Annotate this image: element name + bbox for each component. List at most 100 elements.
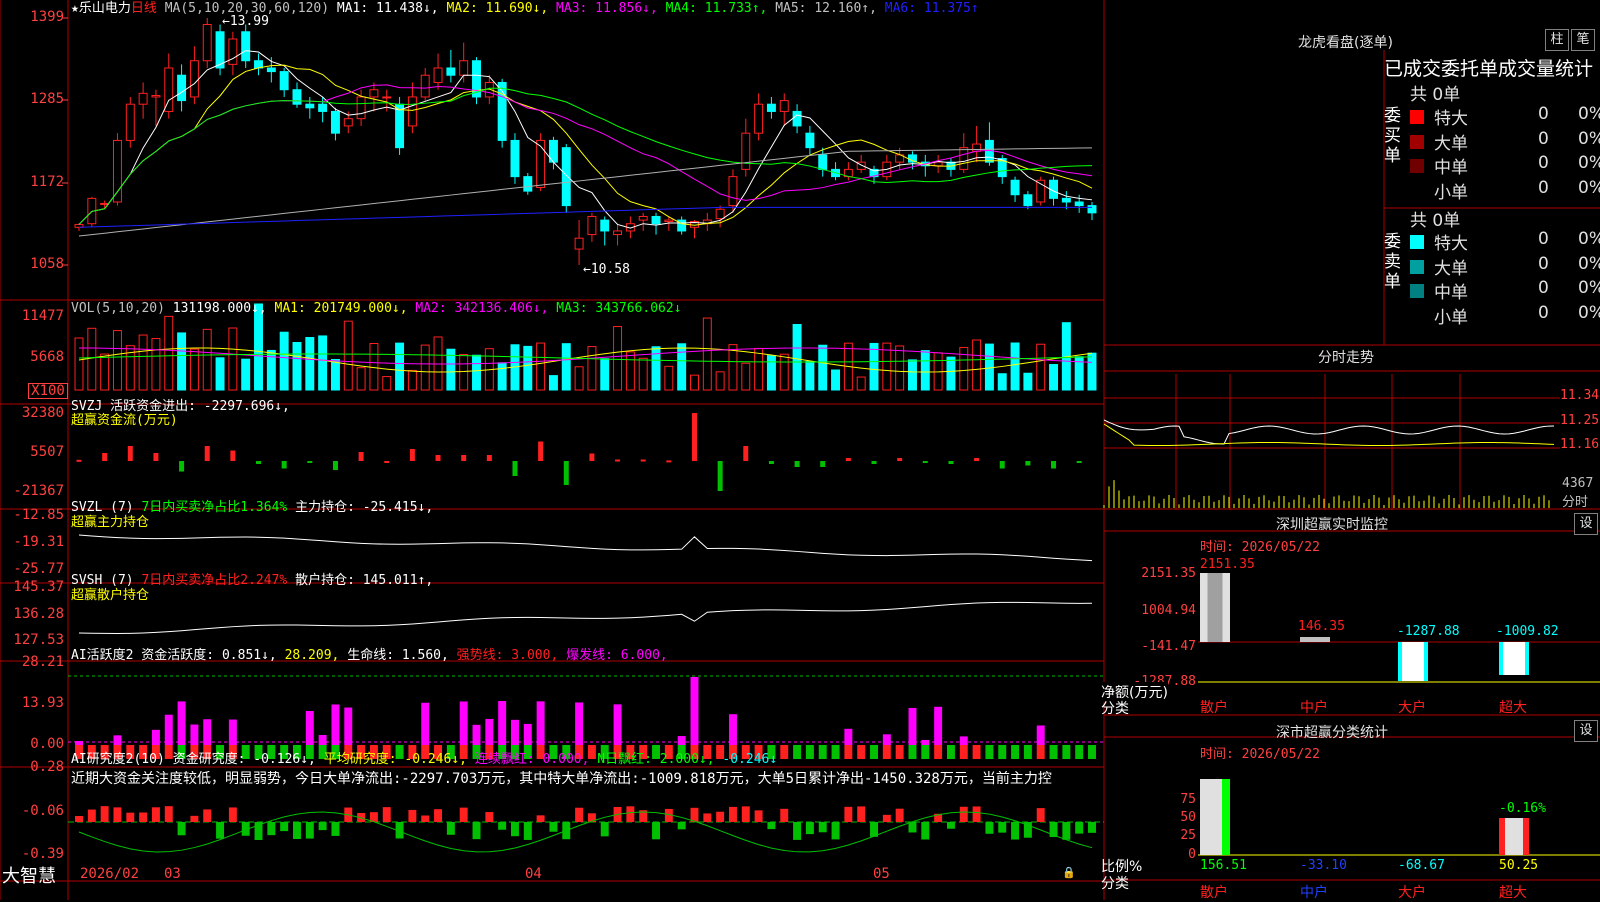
ai2-bar — [703, 813, 712, 822]
candle-body — [420, 74, 430, 98]
sz-class-category: 散户 — [1200, 885, 1228, 901]
ai1-bar-top — [113, 735, 122, 745]
volume-bar — [536, 342, 546, 391]
sz-bar-value: -1009.82 — [1496, 624, 1559, 639]
candle-body — [510, 139, 520, 178]
volume-bar — [151, 338, 161, 391]
sz-class-axis-label: 50 — [1180, 810, 1196, 825]
candle-body — [459, 60, 469, 76]
ai2-bar — [1075, 822, 1084, 834]
ai1-bar-base — [1062, 745, 1071, 759]
intraday-avg-line — [1103, 423, 1555, 447]
n-day-red-value: N日飘红: 2.000↓, — [597, 752, 715, 767]
sz-bar-value: -1287.88 — [1397, 624, 1460, 639]
candle-body — [754, 103, 764, 134]
ai1-bar-base — [998, 745, 1007, 759]
order-count: 0 — [1538, 229, 1549, 249]
ai2-axis-label: -0.39 — [21, 846, 64, 862]
ai1-bar-base — [793, 745, 802, 759]
candle-body — [112, 139, 122, 203]
tick-view-button[interactable]: 笔 — [1571, 29, 1595, 51]
candle-body — [574, 237, 584, 250]
star-icon[interactable]: ★ — [71, 1, 79, 16]
candle-body — [241, 31, 251, 62]
volume-bar — [574, 366, 584, 391]
sz-class-xlabel: 分类 — [1101, 876, 1129, 892]
class-bar-retail-green — [1222, 779, 1230, 855]
ai2-bar — [421, 815, 430, 822]
volume-bar — [177, 332, 187, 391]
candle-body — [125, 103, 135, 141]
candle-body — [561, 147, 571, 207]
ai1-bar-top — [151, 729, 160, 745]
svsh-axis-label: 145.37 — [13, 579, 64, 595]
sz-class-title: 深市超赢分类统计 — [1276, 725, 1388, 741]
svzj-bar — [922, 461, 928, 463]
lock-icon[interactable]: 🔒 — [1062, 866, 1076, 879]
candle-body — [536, 139, 546, 188]
ai2-bar — [523, 822, 532, 840]
svzj-bar — [179, 461, 185, 472]
ma2-line — [78, 64, 1093, 226]
volume-bar — [638, 357, 648, 391]
volume-bar — [407, 369, 417, 391]
intraday-vol-caption: 分时 — [1562, 495, 1589, 510]
ai2-bar — [434, 809, 443, 822]
candle-body — [741, 132, 751, 170]
ai2-axis-label: -0.06 — [21, 803, 64, 819]
volume-bar — [318, 335, 328, 391]
ai2-bar — [113, 807, 122, 822]
candle-body — [523, 176, 533, 192]
volume-bar — [472, 354, 481, 391]
sz-monitor-settings-button[interactable]: 设 — [1574, 513, 1598, 535]
svzj-bar — [717, 461, 723, 491]
order-percent: 0% — [1578, 253, 1600, 274]
svzj-bar — [307, 461, 313, 463]
ai2-bar — [331, 822, 340, 836]
brand-logo: 大智慧 — [2, 866, 56, 887]
ai2-bar — [100, 806, 109, 822]
ai1-bar-base — [1088, 745, 1096, 759]
ai1-bar-base — [870, 745, 878, 759]
vol-unit-badge: X100 — [28, 383, 68, 399]
svzj-bar — [409, 449, 415, 461]
volume-bar — [946, 356, 956, 391]
volume-header: VOL(5,10,20) 131198.000↓, MA1: 201749.00… — [71, 301, 682, 317]
volume-bar — [202, 328, 212, 391]
bar-view-button[interactable]: 柱 — [1545, 29, 1569, 51]
candle-body — [164, 67, 174, 112]
ma1-value: MA1: 11.438↓, — [336, 1, 439, 16]
ai2-bar — [228, 807, 237, 822]
ai-research-v5: -0.246↓ — [722, 752, 778, 767]
sz-bar-value: 2151.35 — [1200, 557, 1255, 572]
ai1-bar-base — [946, 745, 955, 759]
candle-body — [433, 67, 443, 83]
volume-bar — [215, 357, 225, 391]
svzj-title: SVZJ 活跃资金进出: -2297.696↓, — [71, 399, 290, 414]
ai1-bar-top — [575, 702, 584, 745]
period-label[interactable]: 日线 — [131, 1, 157, 16]
volume-bar — [164, 315, 174, 391]
order-size-label: 特大 — [1434, 109, 1468, 129]
volume-bar — [869, 342, 879, 391]
sz-bar-retail-highlight — [1207, 573, 1223, 642]
svzl-ratio: 7日内买卖净占比1.364% — [141, 500, 288, 515]
volume-bar — [613, 326, 623, 391]
order-size-label: 小单 — [1434, 307, 1468, 328]
ai2-bar — [741, 806, 750, 822]
sz-class-category: 大户 — [1398, 885, 1426, 901]
candle-body — [972, 143, 982, 152]
order-percent: 0% — [1578, 302, 1600, 323]
order-count: 0 — [1538, 302, 1549, 323]
order-count: 0 — [1538, 278, 1549, 298]
volume-bar — [330, 358, 340, 391]
sz-class-category: 超大 — [1499, 885, 1527, 901]
candle-body — [356, 96, 366, 120]
sz-class-settings-button[interactable]: 设 — [1574, 720, 1598, 742]
svzj-bar — [204, 446, 210, 461]
sz-bar-value: 146.35 — [1298, 619, 1345, 634]
sz-class-top-label: -0.16% — [1499, 801, 1546, 816]
candle-body — [1010, 179, 1020, 196]
ai1-bar-base — [882, 745, 891, 759]
svzj-axis-label: -21367 — [13, 483, 64, 499]
